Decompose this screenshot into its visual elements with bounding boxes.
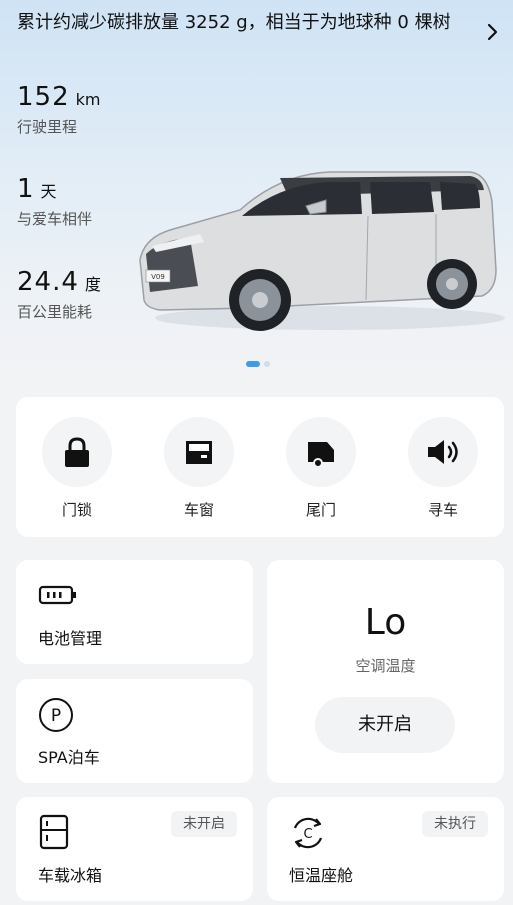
stat-days: 1天 与爱车相伴 xyxy=(17,174,92,229)
ac-temperature-value: Lo xyxy=(364,602,407,643)
quick-actions-card: 门锁 车窗 尾门 寻车 xyxy=(16,397,504,537)
window-button[interactable] xyxy=(164,417,234,487)
carbon-banner-text: 累计约减少碳排放量 3252 g，相当于为地球种 0 棵树 xyxy=(17,12,451,33)
mileage-unit: km xyxy=(75,90,101,109)
window-label: 车窗 xyxy=(183,501,214,519)
svg-text:C: C xyxy=(303,827,312,842)
carousel-indicator[interactable] xyxy=(246,361,270,367)
quick-action-tailgate[interactable]: 尾门 xyxy=(285,417,357,520)
carousel-dot[interactable] xyxy=(264,361,270,367)
quick-action-find-car[interactable]: 寻车 xyxy=(407,417,479,520)
lock-label: 门锁 xyxy=(61,501,92,519)
svg-text:P: P xyxy=(51,706,61,726)
days-unit: 天 xyxy=(40,182,57,201)
cabin-status-badge: 未执行 xyxy=(422,811,488,837)
chevron-right-icon[interactable] xyxy=(483,20,503,44)
ac-temperature-label: 空调温度 xyxy=(355,657,416,675)
fridge-title: 车载冰箱 xyxy=(38,866,103,885)
tailgate-label: 尾门 xyxy=(305,501,336,519)
mileage-label: 行驶里程 xyxy=(17,118,78,136)
carousel-dot-active[interactable] xyxy=(246,361,260,367)
speaker-icon xyxy=(428,440,458,464)
find-car-label: 寻车 xyxy=(427,501,458,519)
mileage-value: 152 xyxy=(17,82,70,112)
find-car-button[interactable] xyxy=(408,417,478,487)
stat-mileage: 152 km 行驶里程 xyxy=(17,82,101,137)
energy-unit: 度 xyxy=(84,275,101,294)
spa-parking-tile[interactable]: P SPA泊车 xyxy=(16,679,253,783)
quick-action-window[interactable]: 车窗 xyxy=(163,417,235,520)
tailgate-button[interactable] xyxy=(286,417,356,487)
days-label: 与爱车相伴 xyxy=(17,210,93,228)
cabin-climate-icon: C xyxy=(293,817,323,849)
fridge-icon xyxy=(39,814,69,850)
air-conditioning-tile[interactable]: Lo 空调温度 未开启 xyxy=(267,560,504,783)
quick-action-lock[interactable]: 门锁 xyxy=(41,417,113,520)
constant-temp-cabin-tile[interactable]: C 未执行 恒温座舱 xyxy=(267,797,504,901)
hero-section: 累计约减少碳排放量 3252 g，相当于为地球种 0 棵树 152 km 行驶里程… xyxy=(0,0,513,385)
car-image: V09 xyxy=(139,171,505,331)
ac-toggle-button[interactable]: 未开启 xyxy=(315,697,455,753)
days-value: 1 xyxy=(17,174,35,204)
energy-label: 百公里能耗 xyxy=(17,303,93,321)
carbon-banner[interactable]: 累计约减少碳排放量 3252 g，相当于为地球种 0 棵树 xyxy=(17,8,467,38)
battery-icon xyxy=(38,585,76,605)
lock-icon xyxy=(65,437,89,467)
car-fridge-tile[interactable]: 未开启 车载冰箱 xyxy=(16,797,253,901)
parking-title: SPA泊车 xyxy=(38,748,100,767)
stat-energy: 24.4 度 百公里能耗 xyxy=(17,267,101,322)
cabin-title: 恒温座舱 xyxy=(289,866,354,885)
energy-value: 24.4 xyxy=(17,267,79,297)
parking-icon: P xyxy=(39,698,73,732)
car-window-icon xyxy=(186,441,212,464)
battery-management-tile[interactable]: 电池管理 xyxy=(16,560,253,664)
battery-title: 电池管理 xyxy=(38,629,103,648)
tailgate-icon xyxy=(308,442,334,468)
lock-button[interactable] xyxy=(42,417,112,487)
plate-text: V09 xyxy=(151,273,165,281)
fridge-status-badge: 未开启 xyxy=(171,811,237,837)
